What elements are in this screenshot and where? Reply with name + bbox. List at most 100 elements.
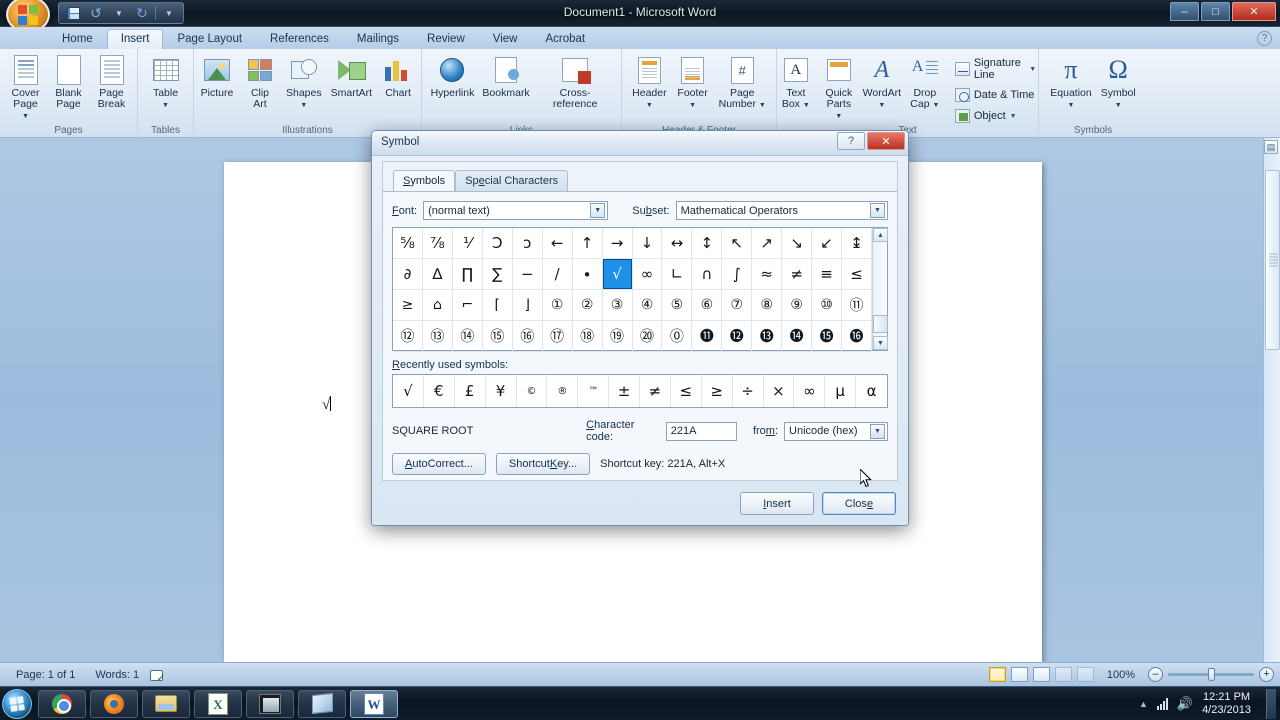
view-print-layout-button[interactable] [988,667,1006,682]
drop-cap-button[interactable]: DropCap ▼ [904,52,946,113]
maximize-button[interactable]: □ [1201,2,1230,21]
bookmark-button[interactable]: Bookmark [479,52,533,101]
subset-select[interactable]: Mathematical Operators ▼ [675,201,888,220]
recent-symbol-cell[interactable]: £ [455,375,486,407]
zoom-level[interactable]: 100% [1099,669,1143,681]
view-web-layout-button[interactable] [1032,667,1050,682]
footer-button[interactable]: Footer ▼ [672,52,714,113]
text-box-button[interactable]: A Text Box ▼ [775,52,817,113]
symbol-cell[interactable]: ↓ [632,228,663,259]
taskbar-item-firefox[interactable] [90,689,138,718]
symbol-cell[interactable]: ∫ [722,259,753,290]
symbol-cell[interactable]: Ɔ [482,228,513,259]
page-number-button[interactable]: # Page Number ▼ [715,52,770,113]
recent-symbol-cell[interactable]: ¥ [486,375,517,407]
tab-references[interactable]: References [256,29,343,49]
header-button[interactable]: Header ▼ [628,52,670,113]
recent-symbol-cell[interactable]: © [517,375,548,407]
symbol-cell[interactable]: ⑦ [722,290,753,321]
view-draft-button[interactable] [1076,667,1094,682]
close-dialog-button[interactable]: Clos e [822,492,896,515]
symbol-cell[interactable]: ② [572,290,603,321]
symbol-cell[interactable]: − [512,259,543,290]
symbol-cell[interactable]: √ [602,259,633,290]
scroll-up-icon[interactable]: ▲ [873,228,888,242]
tab-acrobat[interactable]: Acrobat [531,29,599,49]
symbol-cell[interactable]: ⌈ [482,290,513,321]
view-outline-button[interactable] [1054,667,1072,682]
symbol-cell[interactable]: ← [542,228,573,259]
symbol-cell[interactable]: ≈ [752,259,783,290]
table-button[interactable]: Table ▼ [145,52,187,113]
symbol-cell[interactable]: ⌋ [512,290,543,321]
show-desktop-button[interactable] [1266,688,1276,719]
proofing-errors-icon[interactable] [149,668,165,684]
dialog-title-bar[interactable]: Symbol ? ✕ [372,131,908,156]
symbol-cell[interactable]: ⑮ [482,321,513,352]
recent-symbol-cell[interactable]: α [856,375,887,407]
object-button[interactable]: Object ▼ [951,107,1040,125]
clip-art-button[interactable]: Clip Art [239,52,281,112]
recent-symbol-cell[interactable]: ≠ [640,375,671,407]
symbol-cell[interactable]: ⑧ [752,290,783,321]
taskbar-item-explorer[interactable] [142,689,190,718]
view-ruler-button[interactable]: ▤ [1264,140,1278,154]
symbol-cell[interactable]: ∞ [632,259,663,290]
taskbar-item-media-player[interactable] [246,689,294,718]
symbol-cell[interactable]: → [602,228,633,259]
date-time-button[interactable]: Date & Time [951,86,1040,104]
symbol-cell[interactable]: ③ [602,290,633,321]
recent-symbol-cell[interactable]: √ [393,375,424,407]
symbol-cell[interactable]: ∕ [542,259,573,290]
symbol-cell[interactable]: ↖ [722,228,753,259]
tab-symbols[interactable]: Symbols [393,170,456,191]
recent-symbol-cell[interactable]: ≤ [671,375,702,407]
symbol-cell[interactable]: ≤ [842,259,872,290]
symbol-cell[interactable]: ⑬ [422,321,453,352]
zoom-in-button[interactable]: + [1259,667,1274,682]
view-full-screen-reading-button[interactable] [1010,667,1028,682]
chevron-down-icon[interactable]: ▼ [870,203,885,218]
status-page[interactable]: Page: 1 of 1 [6,669,85,681]
symbol-cell[interactable]: ∆ [422,259,453,290]
signature-line-button[interactable]: Signature Line ▼ [951,55,1040,83]
recently-used-symbols-grid[interactable]: √ € £ ¥ © ® ™ ± ≠ ≤ ≥ ÷ × ∞ µ α [392,374,888,408]
symbol-cell[interactable]: ɔ [512,228,543,259]
dialog-help-button[interactable]: ? [837,132,865,150]
wordart-button[interactable]: A WordArt ▼ [861,52,903,113]
symbol-cell[interactable]: ⅝ [393,228,423,259]
symbol-cell[interactable]: ↔ [662,228,693,259]
symbol-grid[interactable]: ⅝ ⅞ ⅟ Ɔɔ ← ↑ → ↓ ↔ ↕ ↖ ↗ ↘ ↙ ↨ ∂ ∆ ∏ ∑ − ∕ ∙ √ ∞ ∟ ∩ ∫ ≈ ≠ ≡ ≤ ≥ ⌂ ⌐ ⌈ ⌋ ① ② ③… [393,228,872,352]
character-code-input[interactable]: 221A [665,421,737,441]
taskbar-item-excel[interactable] [194,689,242,718]
symbol-cell[interactable]: ④ [632,290,663,321]
status-words[interactable]: Words: 1 [85,669,149,681]
recent-symbol-cell[interactable]: µ [825,375,857,407]
symbol-cell[interactable]: ∂ [393,259,423,290]
recent-symbol-cell[interactable]: ™ [578,375,610,407]
tab-view[interactable]: View [479,29,532,49]
symbol-cell[interactable]: ∏ [452,259,483,290]
scroll-down-icon[interactable]: ▼ [873,336,888,350]
symbol-cell[interactable]: ∑ [482,259,513,290]
symbol-cell[interactable]: ↙ [812,228,843,259]
recent-symbol-cell[interactable]: ± [609,375,640,407]
symbol-cell[interactable]: ⑱ [572,321,603,352]
symbol-cell[interactable]: ≠ [782,259,813,290]
tab-home[interactable]: Home [48,29,107,49]
symbol-cell[interactable]: ⑰ [542,321,573,352]
cross-reference-button[interactable]: Cross-reference [534,52,616,112]
network-icon[interactable] [1156,697,1168,710]
cover-page-button[interactable]: Cover Page ▼ [5,52,47,124]
symbol-cell[interactable]: ⑩ [812,290,843,321]
blank-page-button[interactable]: Blank Page [48,52,90,112]
symbol-cell[interactable]: ① [542,290,573,321]
shortcut-key-button[interactable]: Shortcut Key... [495,453,591,475]
help-icon[interactable]: ? [1257,31,1272,46]
recent-symbol-cell[interactable]: € [424,375,455,407]
taskbar-item-chrome[interactable] [38,689,86,718]
symbol-cell[interactable]: ⑪ [842,290,872,321]
symbol-cell[interactable]: ⑯ [512,321,543,352]
tab-special-characters[interactable]: Special Characters [455,170,569,191]
symbol-cell[interactable]: ⌐ [452,290,483,321]
